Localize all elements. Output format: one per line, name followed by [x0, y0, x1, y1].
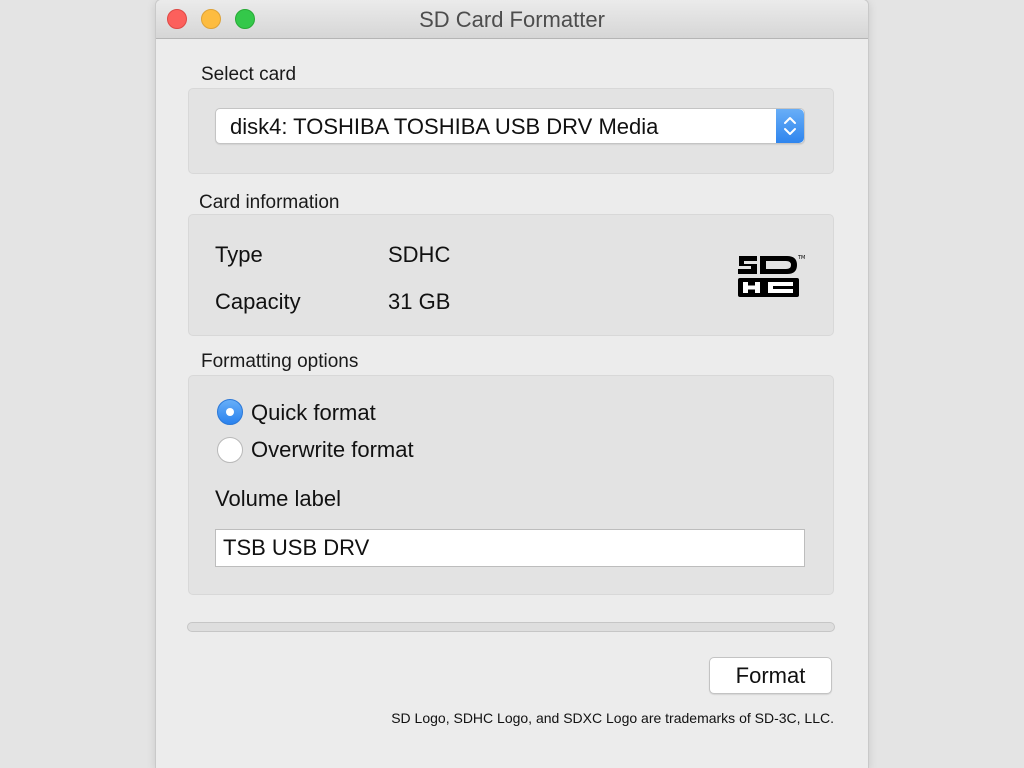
overwrite-format-radio[interactable] [217, 437, 243, 463]
volume-label-caption: Volume label [215, 486, 341, 511]
volume-label-input[interactable] [215, 529, 805, 567]
quick-format-label[interactable]: Quick format [251, 400, 376, 426]
svg-text:TM: TM [797, 255, 805, 261]
select-stepper-icon[interactable] [776, 109, 804, 143]
window-title: SD Card Formatter [419, 7, 605, 32]
card-select-value: disk4: TOSHIBA TOSHIBA USB DRV Media [230, 114, 659, 139]
trademark-notice: SD Logo, SDHC Logo, and SDXC Logo are tr… [391, 710, 834, 726]
title-bar[interactable]: SD Card Formatter [156, 0, 868, 39]
quick-format-radio[interactable] [217, 399, 243, 425]
format-button[interactable]: Format [709, 657, 832, 694]
select-card-label: Select card [201, 64, 297, 85]
type-label: Type [215, 242, 263, 267]
sdhc-logo-icon: TM [735, 252, 807, 303]
capacity-label: Capacity [215, 289, 301, 314]
card-select-dropdown[interactable]: disk4: TOSHIBA TOSHIBA USB DRV Media [215, 108, 805, 144]
overwrite-format-label[interactable]: Overwrite format [251, 437, 414, 463]
format-progress-bar [187, 622, 835, 632]
card-information-label: Card information [199, 192, 340, 213]
capacity-value: 31 GB [388, 289, 451, 314]
type-value: SDHC [388, 242, 451, 267]
formatting-options-label: Formatting options [201, 351, 359, 372]
